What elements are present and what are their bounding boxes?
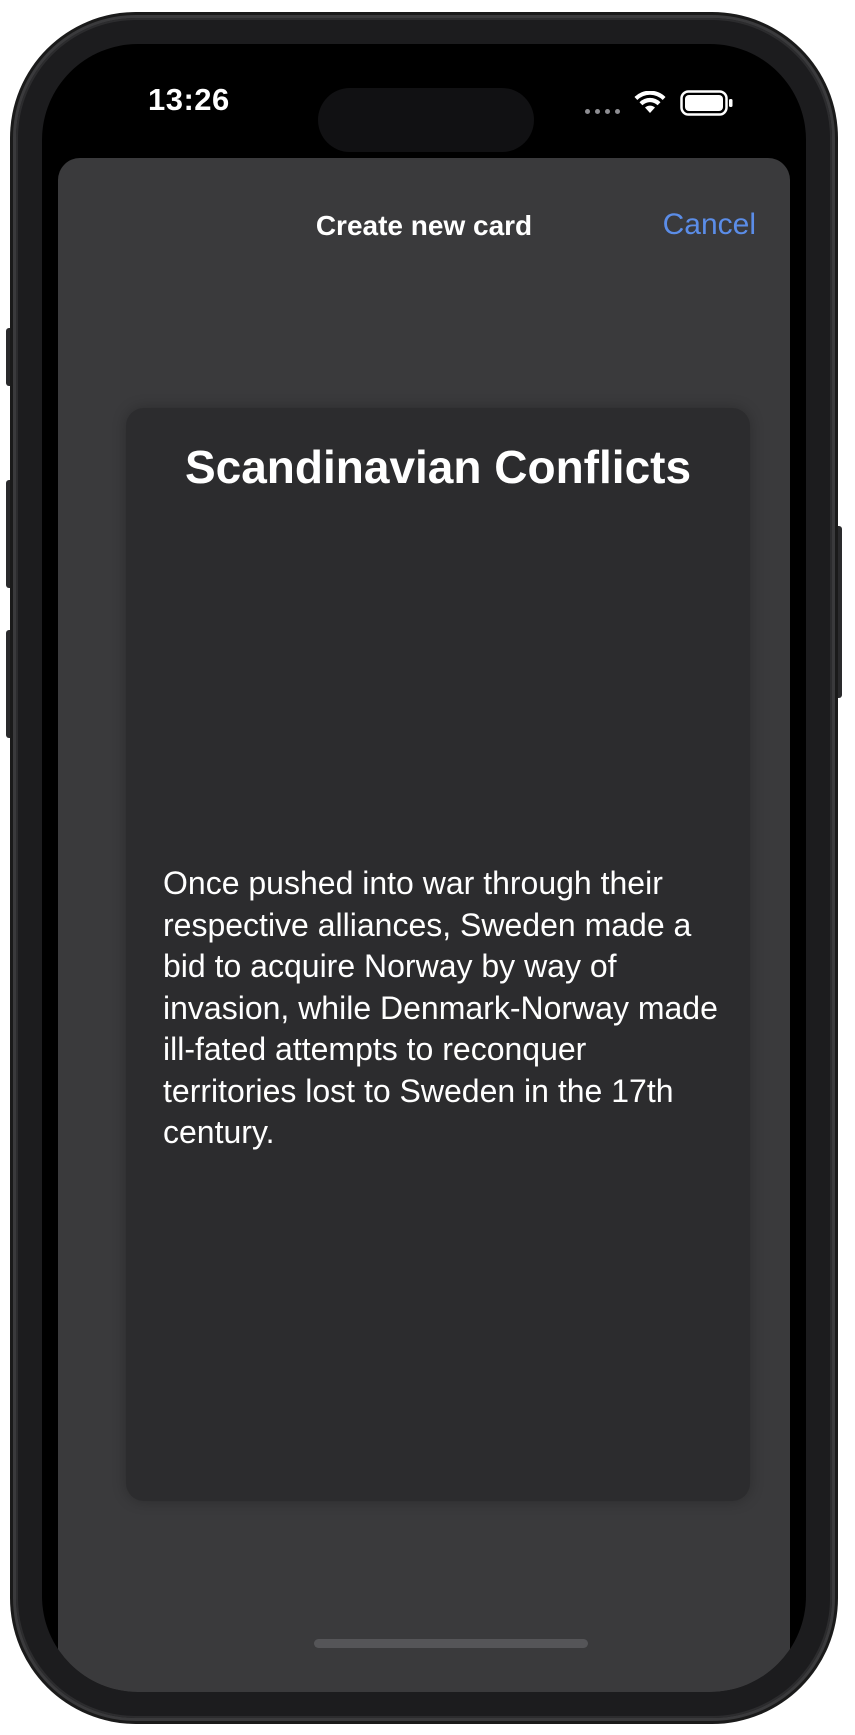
phone-frame: 13:26 Create new card Cancel Scandinavia… [16, 18, 832, 1718]
dynamic-island [318, 88, 534, 152]
battery-icon [680, 89, 734, 121]
status-icons [585, 89, 734, 121]
screen: 13:26 Create new card Cancel Scandinavia… [42, 44, 806, 1692]
action-button [6, 328, 14, 386]
wifi-icon [634, 90, 666, 120]
volume-down-button [6, 630, 14, 738]
card-body-text: Once pushed into war through their respe… [163, 865, 718, 1150]
home-indicator[interactable] [314, 1639, 588, 1648]
power-button [834, 526, 842, 698]
status-time: 13:26 [148, 82, 230, 117]
flash-card[interactable]: Scandinavian Conflicts Once pushed into … [126, 408, 750, 1501]
cellular-dots-icon [585, 108, 620, 114]
volume-up-button [6, 480, 14, 588]
status-bar: 13:26 [42, 44, 806, 154]
card-title: Scandinavian Conflicts [184, 441, 692, 493]
cancel-button[interactable]: Cancel [663, 208, 756, 242]
create-card-sheet: Create new card Cancel Scandinavian Conf… [58, 158, 790, 1692]
